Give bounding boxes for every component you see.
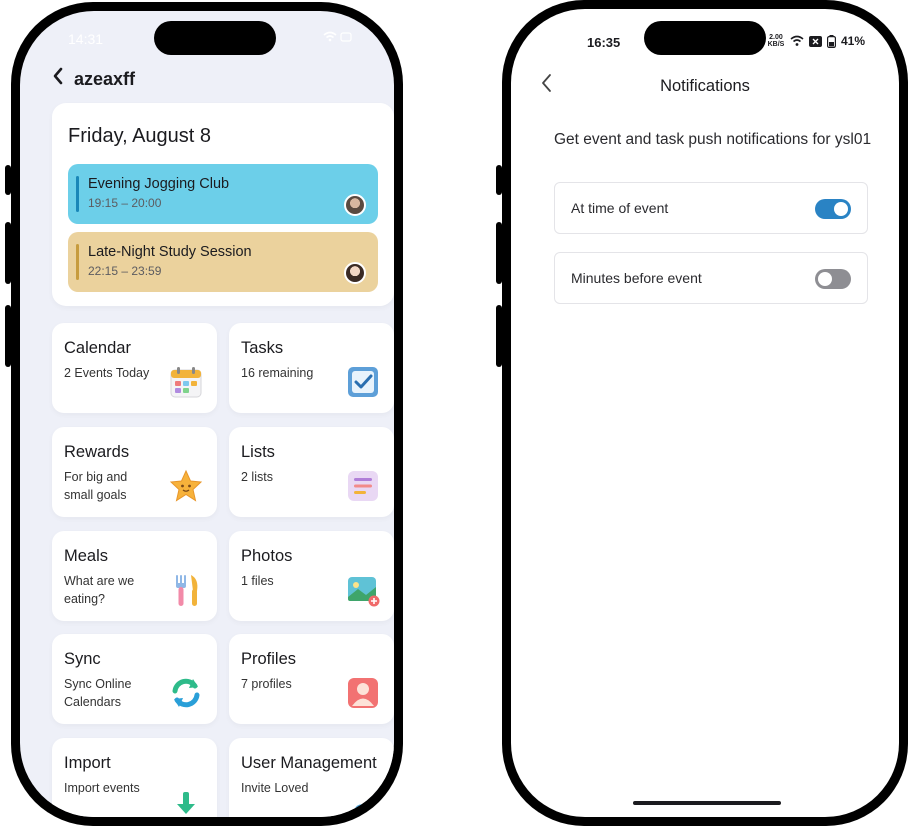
profile-header: azeaxff	[52, 67, 135, 91]
minutes-before-toggle[interactable]	[815, 269, 851, 289]
event-title: Evening Jogging Club	[88, 176, 230, 192]
chevron-left-icon[interactable]	[52, 67, 64, 91]
status-time: 14:31	[68, 31, 104, 47]
toggle-knob	[834, 202, 848, 216]
tile-title: Calendar	[64, 339, 131, 357]
wifi-battery-icons	[322, 31, 352, 46]
tile-rewards[interactable]: Rewards For big and small goals	[52, 427, 217, 517]
sim-icon	[808, 35, 822, 47]
checkbox-icon	[348, 367, 378, 397]
phone-frame-right: 16:35 2.00 KB/S 41% Notifications Get ev…	[502, 0, 908, 826]
list-icon	[348, 471, 378, 501]
import-icon	[177, 792, 195, 814]
sync-icon	[172, 678, 200, 708]
status-time: 16:35	[587, 35, 621, 50]
tile-title: Import	[64, 754, 111, 772]
day-title: Friday, August 8	[68, 125, 212, 147]
fork-knife-icon	[176, 575, 198, 606]
photo-icon	[348, 577, 380, 607]
tile-import[interactable]: Import Import events	[52, 738, 217, 817]
tile-title: User Management	[241, 754, 377, 772]
setting-label: At time of event	[571, 200, 669, 216]
page-title: Notifications	[660, 77, 750, 95]
avatar	[344, 262, 366, 284]
event-time: 19:15 – 20:00	[88, 196, 162, 210]
side-button	[5, 165, 11, 195]
nav-bar: Notifications	[511, 69, 899, 105]
at-time-toggle[interactable]	[815, 199, 851, 219]
event-card[interactable]: Evening Jogging Club 19:15 – 20:00	[68, 164, 378, 224]
setting-label: Minutes before event	[571, 270, 702, 286]
avatar	[344, 194, 366, 216]
home-indicator[interactable]	[633, 801, 781, 805]
battery-percent: 41%	[840, 34, 865, 48]
tile-subtitle: 16 remaining	[241, 366, 314, 380]
network-speed: 2.00 KB/S	[767, 34, 785, 48]
side-button	[496, 305, 502, 367]
event-time: 22:15 – 23:59	[88, 264, 162, 278]
notifications-screen: 16:35 2.00 KB/S 41% Notifications Get ev…	[511, 9, 899, 817]
phone-frame-left: 14:31 azeaxff Friday, August 8 Evening J…	[11, 2, 403, 826]
tile-title: Profiles	[241, 650, 297, 668]
setting-at-time-of-event: At time of event	[554, 182, 868, 234]
status-indicators: 2.00 KB/S 41%	[767, 34, 865, 48]
event-card[interactable]: Late-Night Study Session 22:15 – 23:59	[68, 232, 378, 292]
tile-user-management[interactable]: User Management Invite Loved	[229, 738, 394, 817]
tile-subtitle: What are we eating?	[64, 574, 135, 606]
tile-calendar[interactable]: Calendar 2 Events Today	[52, 323, 217, 413]
tile-photos[interactable]: Photos 1 files	[229, 531, 394, 621]
tile-title: Sync	[64, 650, 101, 668]
side-button	[496, 165, 502, 195]
tile-meals[interactable]: Meals What are we eating?	[52, 531, 217, 621]
tile-subtitle: 2 Events Today	[64, 366, 150, 380]
dynamic-island	[154, 21, 276, 55]
tile-sync[interactable]: Sync Sync Online Calendars	[52, 634, 217, 724]
setting-minutes-before-event: Minutes before event	[554, 252, 868, 304]
event-title: Late-Night Study Session	[88, 244, 252, 260]
calendar-icon	[170, 367, 202, 398]
event-color-bar	[76, 176, 79, 212]
tile-profiles[interactable]: Profiles 7 profiles	[229, 634, 394, 724]
tile-subtitle: Import events	[64, 781, 140, 795]
side-button	[5, 222, 11, 284]
day-summary-card: Friday, August 8 Evening Jogging Club 19…	[52, 103, 394, 306]
toggle-knob	[818, 272, 832, 286]
wifi-icon	[790, 35, 804, 46]
tile-tasks[interactable]: Tasks 16 remaining	[229, 323, 394, 413]
tile-lists[interactable]: Lists 2 lists	[229, 427, 394, 517]
wifi-icon	[323, 31, 352, 42]
tile-title: Tasks	[241, 339, 284, 357]
tile-title: Lists	[241, 443, 275, 461]
tile-title: Photos	[241, 547, 293, 565]
star-icon	[169, 469, 203, 502]
side-button	[5, 305, 11, 367]
profile-icon	[348, 678, 378, 708]
side-button	[496, 222, 502, 284]
notifications-description: Get event and task push notifications fo…	[554, 131, 872, 148]
tile-subtitle: Invite Loved	[241, 781, 309, 795]
tile-title: Meals	[64, 547, 109, 565]
tile-subtitle: 7 profiles	[241, 677, 292, 691]
tile-subtitle: Sync Online Calendars	[64, 677, 132, 709]
tile-subtitle: For big and small goals	[64, 470, 128, 502]
tile-subtitle: 1 files	[241, 574, 274, 588]
battery-icon	[826, 34, 836, 48]
tile-title: Rewards	[64, 443, 130, 461]
tile-subtitle: 2 lists	[241, 470, 273, 484]
dynamic-island	[644, 21, 766, 55]
event-color-bar	[76, 244, 79, 280]
profile-name: azeaxff	[74, 68, 136, 89]
gear-icon	[353, 804, 373, 817]
home-screen: 14:31 azeaxff Friday, August 8 Evening J…	[20, 11, 394, 817]
